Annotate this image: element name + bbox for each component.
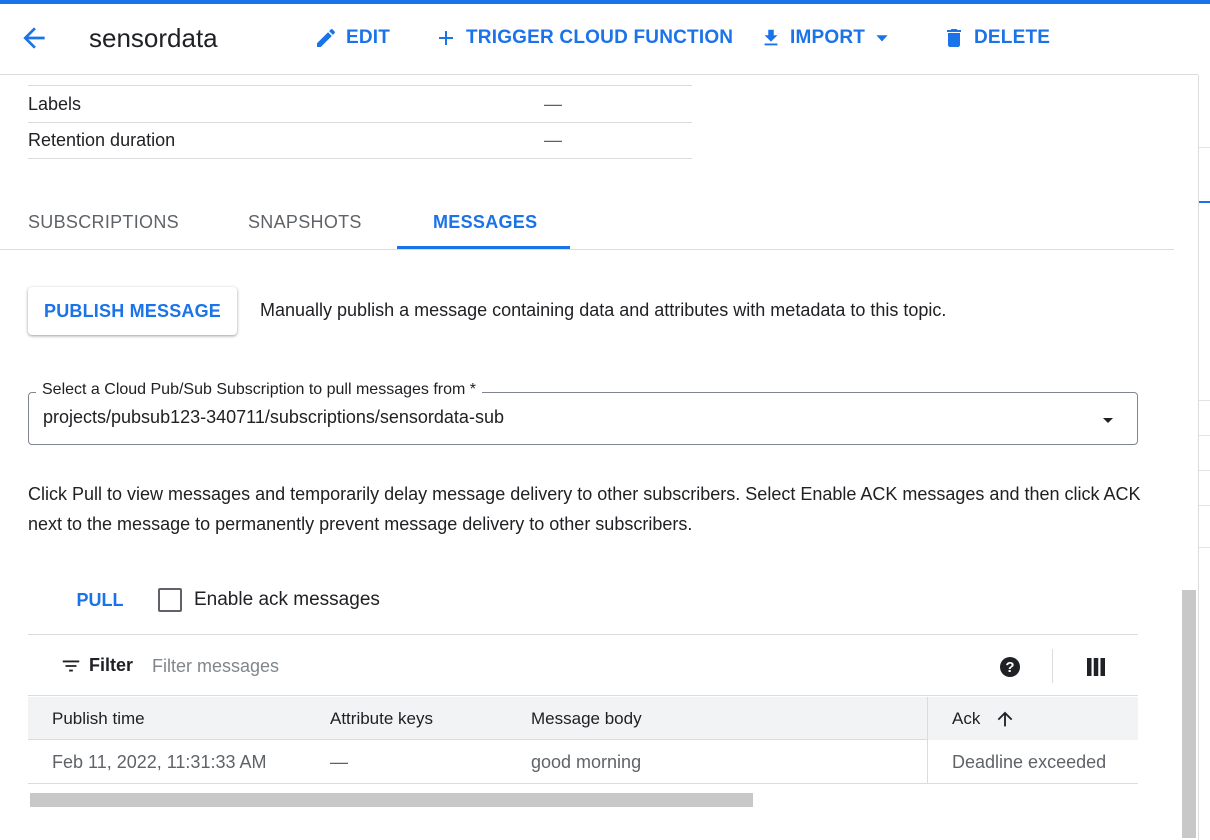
rail-divider (1199, 435, 1210, 436)
rail-divider (1199, 505, 1210, 506)
delete-button[interactable]: DELETE (942, 24, 1050, 52)
edit-button[interactable]: EDIT (314, 24, 390, 52)
horizontal-scrollbar[interactable] (30, 793, 753, 807)
column-header-publish-time[interactable]: Publish time (52, 697, 145, 740)
pencil-icon (317, 28, 336, 47)
subscription-select-value: projects/pubsub123-340711/subscriptions/… (43, 407, 504, 427)
messages-table-header: Publish time Attribute keys Message body… (28, 697, 1138, 740)
trash-icon (947, 29, 961, 47)
svg-text:?: ? (1005, 659, 1014, 676)
edit-button-label: EDIT (346, 27, 391, 48)
pull-help-text: Click Pull to view messages and temporar… (28, 484, 1141, 534)
arrow-back-icon (23, 27, 45, 49)
rail-divider (1199, 547, 1210, 548)
active-tab-indicator (397, 246, 570, 249)
sort-arrow-up-icon (998, 711, 1013, 726)
delete-button-label: DELETE (974, 27, 1051, 48)
caret-down-icon (876, 35, 888, 42)
property-value: — (544, 94, 562, 114)
property-label: Retention duration (28, 130, 176, 150)
page-title: sensordata (89, 23, 218, 53)
dropdown-arrow-icon (1103, 418, 1113, 423)
column-header-attribute-keys[interactable]: Attribute keys (330, 697, 433, 740)
import-button[interactable]: IMPORT (760, 24, 889, 52)
subscription-select-label: Select a Cloud Pub/Sub Subscription to p… (36, 381, 483, 399)
property-row-retention: Retention duration — (28, 123, 692, 159)
publish-description: Manually publish a message containing da… (260, 300, 947, 320)
column-header-message-body[interactable]: Message body (531, 697, 642, 740)
ack-column-label: Ack (952, 708, 981, 728)
cell-ack: Deadline exceeded (927, 740, 1138, 784)
cell-attribute-keys: — (330, 751, 348, 772)
rail-divider (1199, 400, 1210, 401)
cell-publish-time: Feb 11, 2022, 11:31:33 AM (52, 751, 267, 772)
cell-message-body: good morning (531, 751, 642, 772)
tab-snapshots[interactable]: SNAPSHOTS (248, 194, 362, 250)
topic-tabs: SUBSCRIPTIONS SNAPSHOTS MESSAGES (0, 194, 1174, 250)
import-button-label: IMPORT (790, 27, 866, 48)
column-display-icon[interactable] (1084, 655, 1108, 679)
trigger-cloud-function-label: TRIGGER CLOUD FUNCTION (466, 27, 734, 48)
filter-bar: Filter ? (28, 634, 1138, 696)
column-header-ack[interactable]: Ack (927, 697, 1138, 740)
property-value: — (544, 130, 562, 150)
enable-ack-checkbox[interactable] (158, 588, 182, 612)
rail-active-marker (1199, 201, 1210, 203)
filter-list-icon (62, 660, 80, 672)
back-button[interactable] (18, 22, 50, 54)
plus-icon (439, 31, 453, 45)
filter-divider (1052, 649, 1053, 683)
download-icon (764, 29, 778, 46)
trigger-cloud-function-button[interactable]: TRIGGER CLOUD FUNCTION (434, 24, 733, 52)
filter-input[interactable] (152, 651, 852, 681)
table-row[interactable]: Feb 11, 2022, 11:31:33 AM — good morning… (28, 740, 1138, 784)
tab-subscriptions[interactable]: SUBSCRIPTIONS (28, 194, 179, 250)
enable-ack-label: Enable ack messages (194, 589, 380, 610)
filter-label: Filter (89, 655, 134, 675)
pull-button[interactable]: PULL (62, 584, 138, 616)
page-header: sensordata EDIT TRIGGER CLOUD FUNCTION I… (0, 4, 1198, 75)
tab-messages[interactable]: MESSAGES (433, 194, 537, 250)
vertical-scrollbar[interactable] (1182, 590, 1196, 838)
rail-divider (1199, 147, 1210, 148)
property-row-labels: Labels — (28, 87, 692, 123)
publish-message-button[interactable]: PUBLISH MESSAGE (28, 287, 237, 335)
property-label: Labels (28, 94, 82, 114)
rail-divider (1199, 470, 1210, 471)
right-side-rail (1198, 75, 1210, 840)
help-circle-icon[interactable]: ? (998, 655, 1022, 679)
